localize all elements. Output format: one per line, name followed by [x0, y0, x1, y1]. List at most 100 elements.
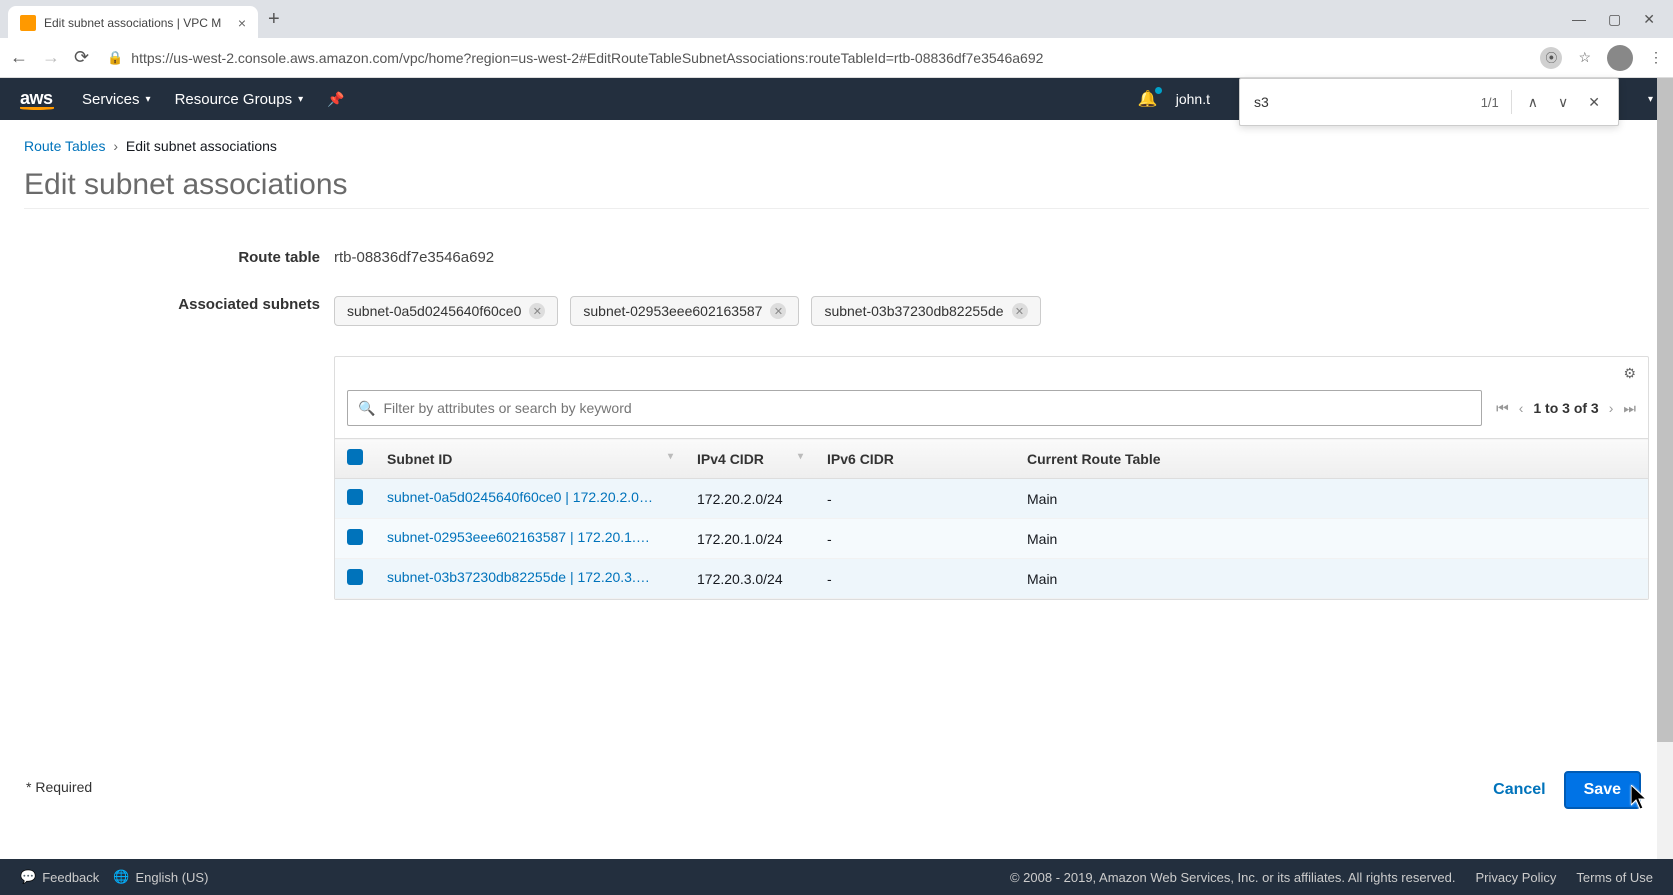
page-last-icon[interactable]: ⏭: [1623, 400, 1636, 417]
chrome-menu-icon[interactable]: ⋮: [1649, 49, 1663, 66]
subnet-tag: subnet-0a5d0245640f60ce0 ✕: [334, 296, 558, 326]
cell-route-table: Main: [1015, 479, 1648, 519]
aws-logo[interactable]: aws: [20, 88, 54, 110]
reload-button[interactable]: ⟳: [74, 47, 89, 68]
cell-ipv4: 172.20.2.0/24: [685, 479, 815, 519]
route-table-label: Route table: [24, 249, 334, 266]
pin-icon[interactable]: 📌: [327, 91, 344, 108]
cancel-button[interactable]: Cancel: [1493, 781, 1545, 799]
filter-search-box[interactable]: 🔍: [347, 390, 1482, 426]
close-window-icon[interactable]: ✕: [1643, 11, 1655, 28]
address-bar[interactable]: 🔒 https://us-west-2.console.aws.amazon.c…: [103, 46, 1526, 70]
subnet-link[interactable]: subnet-0a5d0245640f60ce0 | 172.20.2.0…: [387, 489, 653, 505]
col-ipv4-cidr[interactable]: IPv4 CIDR▾: [685, 439, 815, 479]
route-table-value: rtb-08836df7e3546a692: [334, 249, 1649, 266]
chevron-down-icon: ▾: [146, 94, 151, 105]
col-ipv6-cidr[interactable]: IPv6 CIDR: [815, 439, 1015, 479]
filter-input[interactable]: [383, 400, 1471, 416]
browser-toolbar: ← → ⟳ 🔒 https://us-west-2.console.aws.am…: [0, 38, 1673, 78]
subnet-tag: subnet-02953eee602163587 ✕: [570, 296, 799, 326]
find-close-button[interactable]: ✕: [1584, 90, 1604, 115]
cell-ipv6: -: [815, 519, 1015, 559]
subnets-table: Subnet ID▾ IPv4 CIDR▾ IPv6 CIDR Current …: [335, 438, 1648, 599]
select-all-checkbox[interactable]: [347, 449, 363, 465]
lock-icon: 🔒: [107, 50, 123, 66]
breadcrumb: Route Tables › Edit subnet associations: [24, 138, 1649, 154]
privacy-policy-link[interactable]: Privacy Policy: [1476, 870, 1557, 885]
url-text: https://us-west-2.console.aws.amazon.com…: [131, 50, 1043, 66]
form-actions: Cancel Save: [1493, 771, 1641, 809]
feedback-link[interactable]: 💬 Feedback: [20, 869, 99, 885]
pagination-text: 1 to 3 of 3: [1533, 400, 1598, 416]
chevron-down-icon: ▾: [298, 94, 303, 105]
cell-ipv4: 172.20.1.0/24: [685, 519, 815, 559]
browser-chrome: Edit subnet associations | VPC M × + ― ▢…: [0, 0, 1673, 78]
page-prev-icon[interactable]: ‹: [1519, 400, 1524, 416]
resource-groups-menu[interactable]: Resource Groups ▾: [175, 91, 304, 108]
services-menu[interactable]: Services ▾: [82, 91, 151, 108]
table-row[interactable]: subnet-02953eee602163587 | 172.20.1.… 17…: [335, 519, 1648, 559]
subnets-table-panel: ⚙ 🔍 ⏮ ‹ 1 to 3 of 3 › ⏭ Subnet ID▾ IPv4 …: [334, 356, 1649, 600]
remove-tag-icon[interactable]: ✕: [529, 303, 545, 319]
back-button[interactable]: ←: [10, 47, 28, 68]
remove-tag-icon[interactable]: ✕: [1012, 303, 1028, 319]
subnet-link[interactable]: subnet-03b37230db82255de | 172.20.3.…: [387, 569, 650, 585]
tab-strip: Edit subnet associations | VPC M × + ― ▢…: [0, 0, 1673, 38]
cell-route-table: Main: [1015, 559, 1648, 599]
cell-ipv6: -: [815, 559, 1015, 599]
sort-icon: ▾: [798, 451, 803, 462]
find-count: 1/1: [1481, 95, 1499, 110]
cell-ipv4: 172.20.3.0/24: [685, 559, 815, 599]
notifications-icon[interactable]: 🔔: [1138, 89, 1158, 109]
vertical-scrollbar[interactable]: [1657, 78, 1673, 859]
maximize-icon[interactable]: ▢: [1608, 11, 1621, 28]
breadcrumb-current: Edit subnet associations: [126, 138, 277, 154]
chevron-down-icon[interactable]: ▾: [1648, 94, 1653, 105]
window-controls: ― ▢ ✕: [1572, 11, 1673, 28]
main-content: Route Tables › Edit subnet associations …: [0, 120, 1673, 618]
aws-footer: 💬 Feedback 🌐 English (US) © 2008 - 2019,…: [0, 859, 1673, 895]
breadcrumb-root-link[interactable]: Route Tables: [24, 138, 105, 154]
tab-title: Edit subnet associations | VPC M: [44, 16, 230, 30]
row-checkbox[interactable]: [347, 569, 363, 585]
account-menu[interactable]: john.t: [1176, 91, 1210, 107]
table-row[interactable]: subnet-03b37230db82255de | 172.20.3.… 17…: [335, 559, 1648, 599]
find-prev-button[interactable]: ∧: [1524, 90, 1542, 115]
pagination: ⏮ ‹ 1 to 3 of 3 › ⏭: [1496, 400, 1636, 417]
col-current-route-table[interactable]: Current Route Table: [1015, 439, 1648, 479]
find-next-button[interactable]: ∨: [1554, 90, 1572, 115]
associated-subnets-label: Associated subnets: [24, 296, 334, 326]
forward-button[interactable]: →: [42, 47, 60, 68]
table-row[interactable]: subnet-0a5d0245640f60ce0 | 172.20.2.0… 1…: [335, 479, 1648, 519]
settings-gear-icon[interactable]: ⚙: [1623, 365, 1636, 382]
find-input[interactable]: [1254, 94, 1469, 110]
page-title: Edit subnet associations: [24, 168, 1649, 209]
browser-tab[interactable]: Edit subnet associations | VPC M ×: [8, 6, 258, 40]
find-on-page-icon[interactable]: ⦿: [1540, 47, 1562, 69]
associated-subnets-tags: subnet-0a5d0245640f60ce0 ✕ subnet-02953e…: [334, 296, 1649, 326]
language-selector[interactable]: 🌐 English (US): [113, 869, 208, 885]
speech-bubble-icon: 💬: [20, 869, 36, 885]
subnet-link[interactable]: subnet-02953eee602163587 | 172.20.1.…: [387, 529, 650, 545]
row-checkbox[interactable]: [347, 529, 363, 545]
page-first-icon[interactable]: ⏮: [1496, 400, 1509, 417]
terms-of-use-link[interactable]: Terms of Use: [1576, 870, 1653, 885]
row-checkbox[interactable]: [347, 489, 363, 505]
star-icon[interactable]: ☆: [1578, 49, 1591, 66]
save-button[interactable]: Save: [1564, 771, 1641, 809]
page-next-icon[interactable]: ›: [1609, 400, 1614, 416]
new-tab-button[interactable]: +: [268, 8, 280, 31]
sort-icon: ▾: [668, 451, 673, 462]
copyright-text: © 2008 - 2019, Amazon Web Services, Inc.…: [1010, 870, 1456, 885]
globe-icon: 🌐: [113, 869, 129, 885]
profile-avatar-icon[interactable]: [1607, 45, 1633, 71]
tab-close-icon[interactable]: ×: [238, 15, 246, 31]
minimize-icon[interactable]: ―: [1572, 11, 1586, 28]
col-subnet-id[interactable]: Subnet ID▾: [375, 439, 685, 479]
cell-ipv6: -: [815, 479, 1015, 519]
aws-favicon-icon: [20, 15, 36, 31]
remove-tag-icon[interactable]: ✕: [770, 303, 786, 319]
required-note: * Required: [26, 779, 92, 795]
search-icon: 🔍: [358, 400, 375, 417]
cell-route-table: Main: [1015, 519, 1648, 559]
